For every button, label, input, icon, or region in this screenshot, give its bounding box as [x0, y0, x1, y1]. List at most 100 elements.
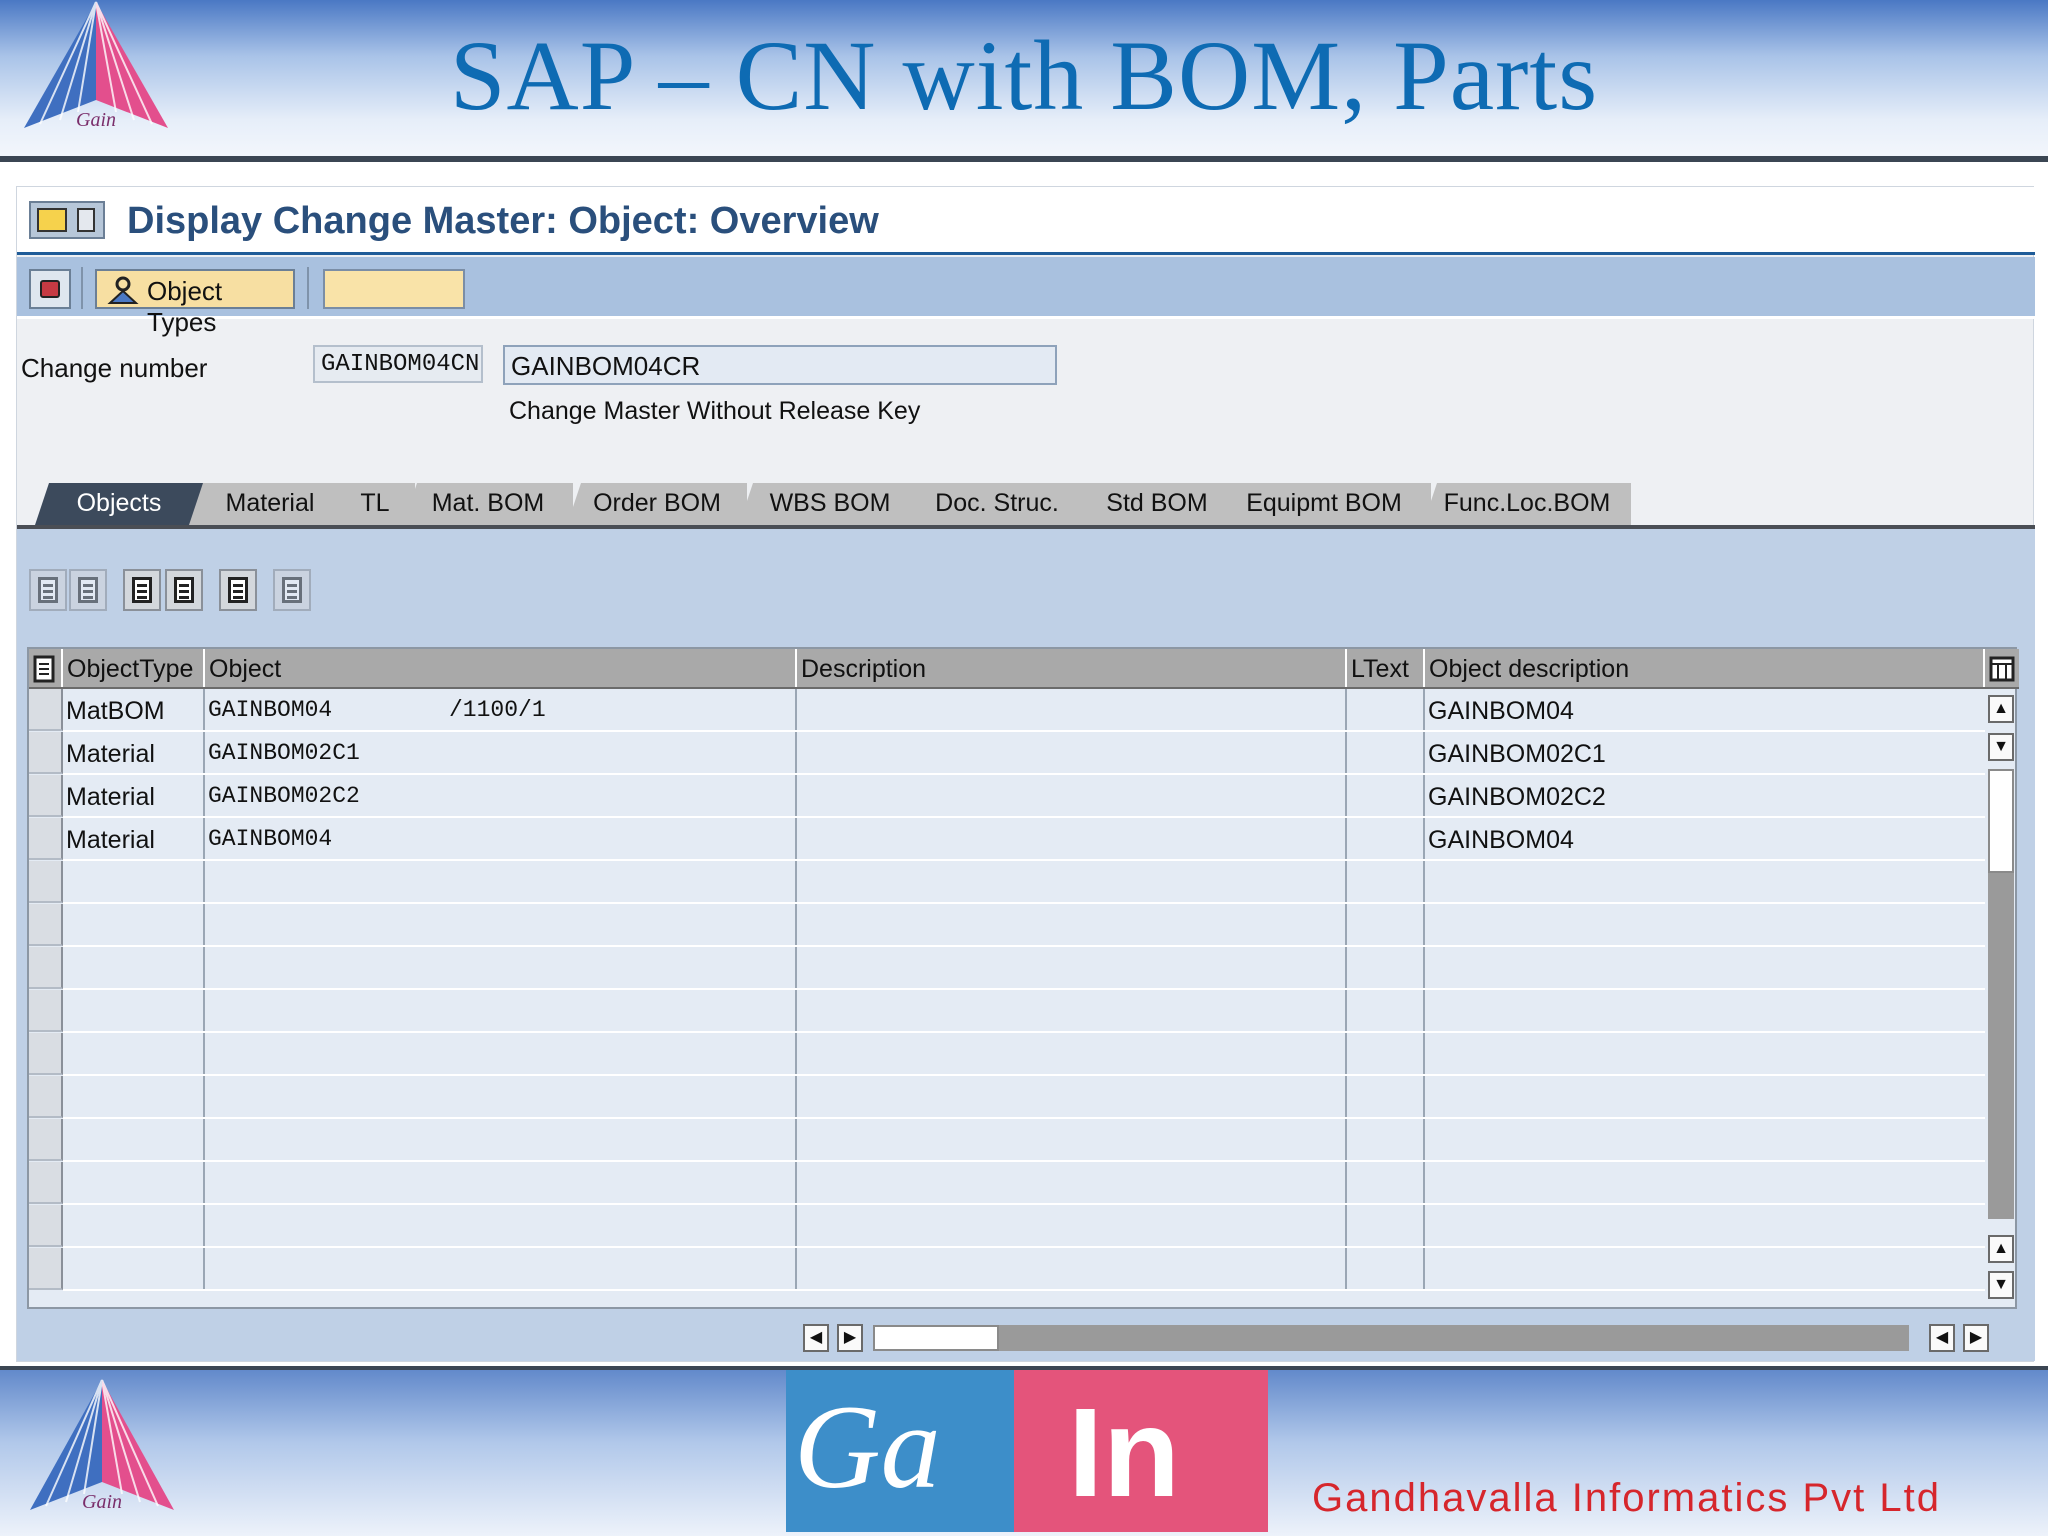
tab-mat-bom[interactable]: Mat. BOM	[403, 483, 573, 525]
horizontal-scroll-track[interactable]	[873, 1325, 1909, 1351]
col-header-object[interactable]: Object	[205, 649, 797, 687]
cell-object-description[interactable]: GAINBOM04	[1425, 818, 1985, 859]
delete-row-button[interactable]	[69, 569, 107, 611]
empty-cell[interactable]	[63, 1076, 205, 1117]
scroll-last-column-button[interactable]: ▶	[1963, 1324, 1989, 1352]
empty-cell[interactable]	[797, 861, 1347, 902]
empty-table-row[interactable]	[63, 1076, 1985, 1119]
row-selector[interactable]	[29, 1205, 63, 1247]
empty-cell[interactable]	[1425, 1205, 1985, 1246]
cell-object[interactable]: GAINBOM04	[205, 818, 797, 859]
empty-cell[interactable]	[1425, 1119, 1985, 1160]
empty-table-row[interactable]	[63, 1119, 1985, 1162]
tab-doc-struc[interactable]: Doc. Struc.	[905, 483, 1089, 525]
row-selector[interactable]	[29, 689, 63, 731]
cell-description[interactable]	[797, 689, 1347, 730]
empty-cell[interactable]	[1347, 1248, 1425, 1289]
empty-cell[interactable]	[205, 1119, 797, 1160]
empty-cell[interactable]	[1425, 1076, 1985, 1117]
empty-table-row[interactable]	[63, 1248, 1985, 1291]
col-header-objecttype[interactable]: ObjectType	[63, 649, 205, 687]
row-selector[interactable]	[29, 818, 63, 860]
empty-cell[interactable]	[797, 947, 1347, 988]
empty-table-row[interactable]	[63, 861, 1985, 904]
empty-cell[interactable]	[205, 1248, 797, 1289]
change-number-field[interactable]: GAINBOM04CN	[313, 345, 483, 383]
empty-cell[interactable]	[1425, 861, 1985, 902]
col-header-ltext[interactable]: LText	[1347, 649, 1425, 687]
select-all-button[interactable]	[123, 569, 161, 611]
empty-table-row[interactable]	[63, 1205, 1985, 1248]
empty-cell[interactable]	[205, 947, 797, 988]
empty-cell[interactable]	[1425, 990, 1985, 1031]
cell-object-description[interactable]: GAINBOM02C2	[1425, 775, 1985, 816]
empty-cell[interactable]	[797, 1205, 1347, 1246]
vertical-scroll-thumb[interactable]	[1988, 769, 2014, 873]
insert-row-button[interactable]	[29, 569, 67, 611]
empty-cell[interactable]	[205, 1205, 797, 1246]
empty-cell[interactable]	[205, 904, 797, 945]
cell-objecttype[interactable]: Material	[63, 818, 205, 859]
row-selector[interactable]	[29, 1248, 63, 1290]
table-row[interactable]: Material GAINBOM04 GAINBOM04	[63, 818, 1985, 861]
empty-cell[interactable]	[1347, 861, 1425, 902]
tab-objects[interactable]: Objects	[35, 483, 203, 525]
empty-cell[interactable]	[1425, 1162, 1985, 1203]
deselect-all-button[interactable]	[165, 569, 203, 611]
cell-objecttype[interactable]: MatBOM	[63, 689, 205, 730]
select-all-rows-button[interactable]	[29, 649, 63, 687]
tab-wbs-bom[interactable]: WBS BOM	[739, 483, 921, 525]
empty-cell[interactable]	[205, 1076, 797, 1117]
scroll-down-button[interactable]: ▼	[1988, 733, 2014, 761]
cell-object-description[interactable]: GAINBOM02C1	[1425, 732, 1985, 773]
detail-button[interactable]	[219, 569, 257, 611]
row-selector[interactable]	[29, 775, 63, 817]
empty-cell[interactable]	[63, 1205, 205, 1246]
empty-cell[interactable]	[1347, 1076, 1425, 1117]
empty-cell[interactable]	[797, 1033, 1347, 1074]
row-selector[interactable]	[29, 1076, 63, 1118]
cell-ltext[interactable]	[1347, 818, 1425, 859]
tab-tl[interactable]: TL	[335, 483, 415, 525]
empty-cell[interactable]	[1347, 904, 1425, 945]
tab-order-bom[interactable]: Order BOM	[567, 483, 747, 525]
empty-cell[interactable]	[63, 1248, 205, 1289]
empty-cell[interactable]	[63, 904, 205, 945]
row-selector[interactable]	[29, 990, 63, 1032]
empty-cell[interactable]	[63, 1119, 205, 1160]
empty-table-row[interactable]	[63, 1162, 1985, 1205]
cell-objecttype[interactable]: Material	[63, 732, 205, 773]
empty-cell[interactable]	[1425, 1248, 1985, 1289]
empty-cell[interactable]	[1425, 1033, 1985, 1074]
empty-table-row[interactable]	[63, 904, 1985, 947]
cell-description[interactable]	[797, 818, 1347, 859]
empty-cell[interactable]	[1347, 947, 1425, 988]
empty-cell[interactable]	[63, 990, 205, 1031]
empty-cell[interactable]	[205, 1162, 797, 1203]
empty-table-row[interactable]	[63, 947, 1985, 990]
empty-cell[interactable]	[205, 1033, 797, 1074]
cell-description[interactable]	[797, 732, 1347, 773]
vertical-scrollbar[interactable]: ▲ ▼ ▲ ▼	[1985, 689, 2015, 1307]
empty-cell[interactable]	[1347, 1205, 1425, 1246]
row-selector[interactable]	[29, 732, 63, 774]
cell-ltext[interactable]	[1347, 689, 1425, 730]
empty-cell[interactable]	[1347, 1033, 1425, 1074]
row-selector[interactable]	[29, 1162, 63, 1204]
cell-ltext[interactable]	[1347, 775, 1425, 816]
change-description-field[interactable]: GAINBOM04CR	[503, 345, 1057, 385]
empty-cell[interactable]	[63, 947, 205, 988]
empty-cell[interactable]	[1347, 990, 1425, 1031]
empty-cell[interactable]	[797, 904, 1347, 945]
empty-cell[interactable]	[797, 1076, 1347, 1117]
cell-description[interactable]	[797, 775, 1347, 816]
empty-cell[interactable]	[205, 990, 797, 1031]
row-selector[interactable]	[29, 1033, 63, 1075]
empty-table-row[interactable]	[63, 990, 1985, 1033]
horizontal-scrollbar[interactable]: ◀ ▶ ◀ ▶	[801, 1323, 2001, 1353]
empty-cell[interactable]	[1425, 904, 1985, 945]
table-row[interactable]: Material GAINBOM02C2 GAINBOM02C2	[63, 775, 1985, 818]
empty-cell[interactable]	[1347, 1119, 1425, 1160]
col-header-description[interactable]: Description	[797, 649, 1347, 687]
empty-cell[interactable]	[797, 1162, 1347, 1203]
